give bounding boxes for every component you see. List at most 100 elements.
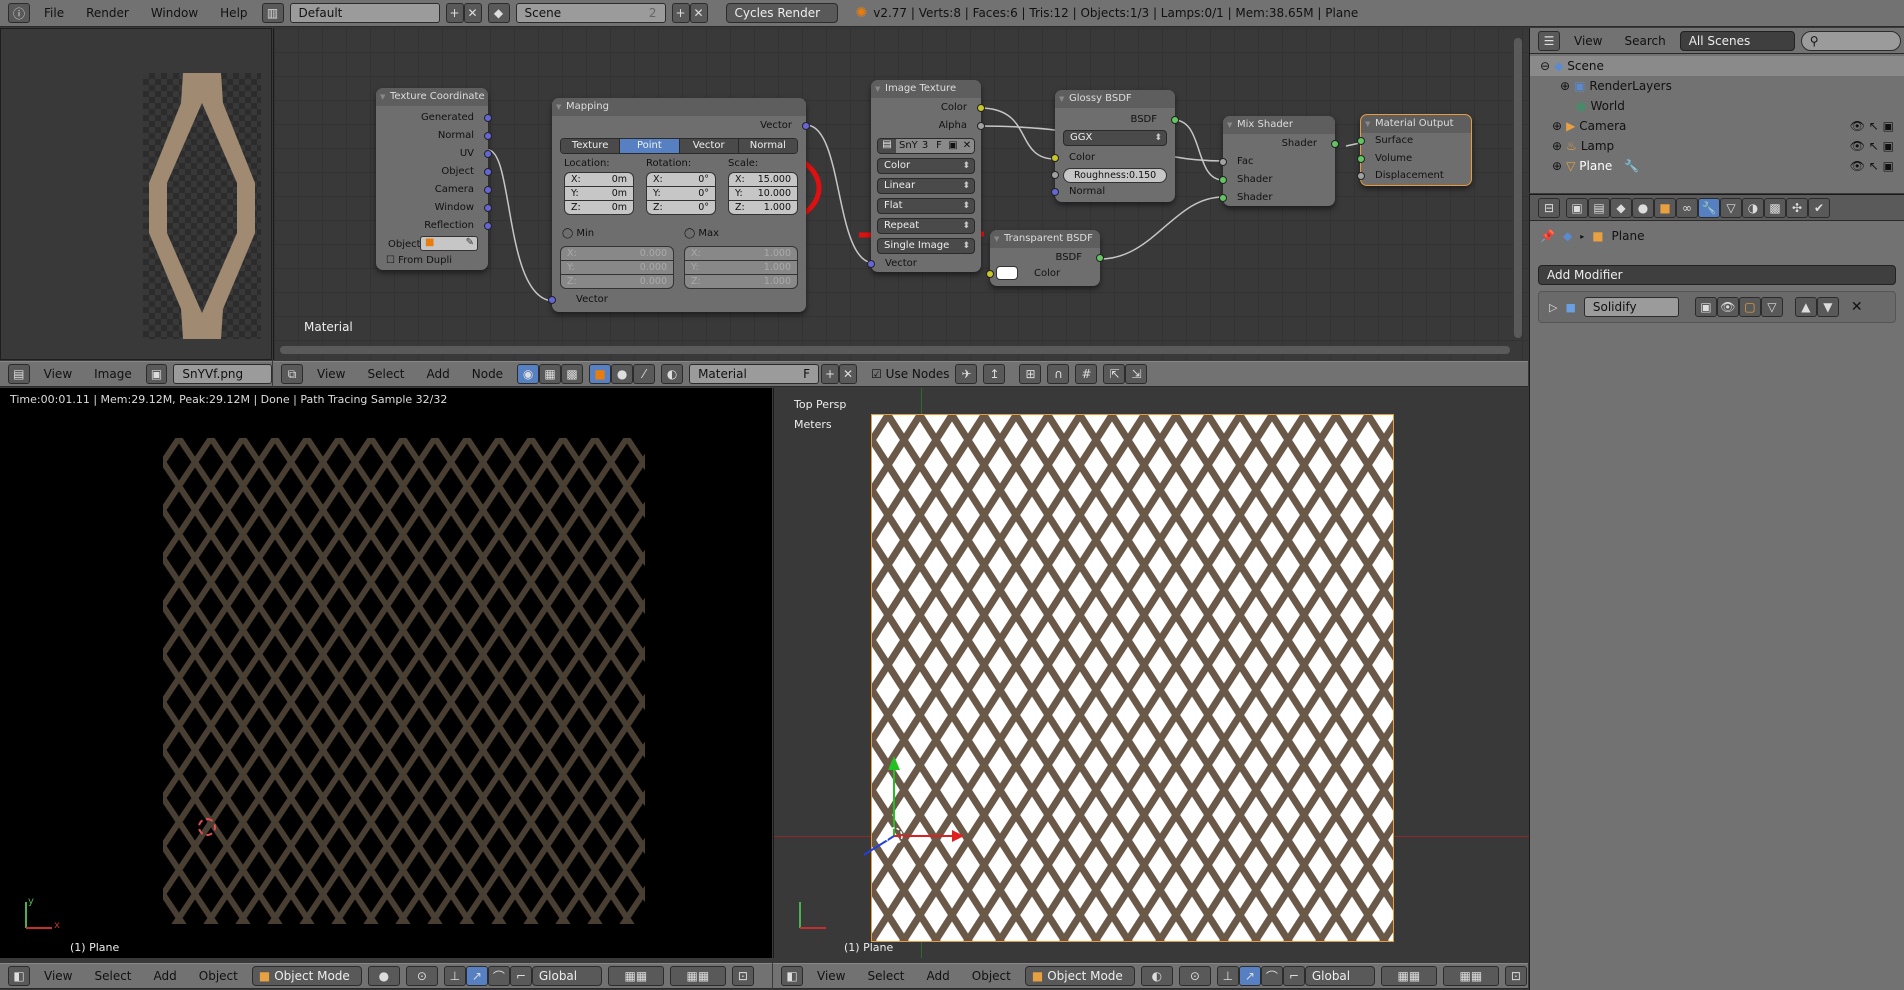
socket-roughness-in[interactable]: [1051, 171, 1059, 179]
move-up-icon[interactable]: ▲: [1794, 297, 1817, 317]
world-shader-icon[interactable]: ●: [611, 364, 634, 384]
max-y-field[interactable]: Y: 1.000: [684, 260, 798, 275]
image-editor-type-icon[interactable]: ▤: [8, 364, 30, 384]
menu-select[interactable]: Select: [359, 367, 412, 381]
menu-node[interactable]: Node: [464, 367, 511, 381]
manipulator-toggle-icon[interactable]: ⊥: [443, 966, 466, 986]
object-shader-icon[interactable]: ■: [589, 364, 612, 384]
add-material-button[interactable]: +: [821, 364, 840, 384]
mode-select[interactable]: ■ Object Mode: [251, 966, 362, 986]
shader-nodes-icon[interactable]: ◉: [517, 364, 540, 384]
menu-select[interactable]: Select: [859, 969, 912, 983]
snap-element-icon[interactable]: #: [1075, 364, 1098, 384]
max-checkbox[interactable]: ◯ Max: [684, 228, 719, 239]
add-scene-button[interactable]: +: [671, 3, 690, 23]
socket-reflection[interactable]: [484, 222, 492, 230]
socket-window[interactable]: [484, 204, 492, 212]
node-image-texture[interactable]: Image Texture Color Alpha ▤ SnY 3 F ▣ ✕ …: [867, 80, 985, 272]
menu-object[interactable]: Object: [964, 969, 1019, 983]
render-engine-select[interactable]: Cycles Render: [725, 3, 838, 23]
image-name[interactable]: SnY: [896, 139, 918, 153]
pin-icon[interactable]: ✈: [955, 364, 978, 384]
layout-field[interactable]: Default: [289, 3, 440, 23]
vertical-scrollbar[interactable]: [1514, 38, 1522, 338]
viewport-toggle-icon[interactable]: 👁: [1716, 297, 1739, 317]
projection-select[interactable]: Flat: [877, 198, 975, 214]
scene-field[interactable]: Scene 2: [515, 3, 666, 23]
min-y-field[interactable]: Y: 0.000: [560, 260, 674, 275]
move-down-icon[interactable]: ▼: [1816, 297, 1839, 317]
source-select[interactable]: Single Image: [877, 238, 975, 254]
outliner-item-camera[interactable]: ⊕ ▶ Camera 👁 ↖ ▣: [1530, 116, 1904, 136]
menu-view[interactable]: View: [36, 969, 80, 983]
location-z-field[interactable]: Z: 0m: [564, 200, 634, 215]
node-mapping[interactable]: Mapping Vector Texture Point Vector Norm…: [548, 98, 810, 312]
outliner-editor-type-icon[interactable]: ☰: [1538, 30, 1560, 51]
visibility-toggles[interactable]: 👁 ↖ ▣: [1850, 139, 1894, 153]
tab-texture-icon[interactable]: ▩: [1764, 197, 1786, 218]
outliner-search-input[interactable]: ⚲: [1800, 30, 1901, 51]
layers-grid-2[interactable]: ▦▦: [669, 966, 726, 986]
transform-manipulator[interactable]: [864, 748, 984, 858]
socket-displacement-in[interactable]: [1357, 172, 1365, 180]
view3d-editor-type-icon[interactable]: ◧: [8, 966, 30, 986]
menu-view[interactable]: View: [809, 969, 853, 983]
location-y-field[interactable]: Y: 0m: [564, 186, 634, 201]
outliner-item-scene[interactable]: ⊖ ◆ Scene: [1530, 56, 1904, 76]
snap-magnet-icon[interactable]: ∩: [1047, 364, 1070, 384]
translate-manipulator-icon[interactable]: ↗: [1238, 966, 1261, 986]
socket-camera[interactable]: [484, 186, 492, 194]
orientation-select[interactable]: Global: [1304, 966, 1375, 986]
socket-color-in[interactable]: [986, 270, 994, 278]
socket-vector-in[interactable]: [867, 260, 875, 268]
outliner-item-lamp[interactable]: ⊕ ♨ Lamp 👁 ↖ ▣: [1530, 136, 1904, 156]
fake-user-toggle[interactable]: F: [803, 367, 810, 381]
fake-user-button[interactable]: F: [932, 139, 946, 153]
orientation-select[interactable]: Global: [531, 966, 602, 986]
tab-world-icon[interactable]: ●: [1632, 197, 1654, 218]
menu-add[interactable]: Add: [419, 367, 458, 381]
tab-particles-icon[interactable]: ✣: [1786, 197, 1808, 218]
texture-nodes-icon[interactable]: ▩: [561, 364, 584, 384]
node-mix-shader[interactable]: Mix Shader Shader Fac Shader Shader: [1219, 116, 1339, 206]
menu-view[interactable]: View: [36, 367, 80, 381]
visibility-toggles[interactable]: 👁 ↖ ▣: [1850, 159, 1894, 173]
layers-grid-1[interactable]: ▦▦: [607, 966, 664, 986]
color-swatch[interactable]: [996, 266, 1018, 280]
open-image-icon[interactable]: ▣: [946, 139, 960, 153]
remove-layout-button[interactable]: ✕: [463, 3, 482, 23]
view3d-editor-type-icon[interactable]: ◧: [781, 966, 803, 986]
layers-grid-2[interactable]: ▦▦: [1442, 966, 1499, 986]
tab-material-icon[interactable]: ◑: [1742, 197, 1764, 218]
pin-icon[interactable]: 📌: [1540, 229, 1555, 243]
3d-viewport[interactable]: Top Persp Meters (1) Plane: [773, 388, 1529, 958]
pivot-point-icon[interactable]: ⊙: [1178, 966, 1211, 986]
unlink-image-icon[interactable]: ✕: [960, 139, 974, 153]
tab-data-icon[interactable]: ▽: [1720, 197, 1742, 218]
screen-layout-icon[interactable]: ▥: [261, 3, 284, 23]
socket-generated[interactable]: [484, 114, 492, 122]
node-transparent-bsdf[interactable]: Transparent BSDF BSDF Color: [986, 230, 1104, 286]
rotation-z-field[interactable]: Z: 0°: [646, 200, 716, 215]
tab-object-icon[interactable]: ■: [1654, 197, 1676, 218]
pivot-point-icon[interactable]: ⊙: [405, 966, 438, 986]
display-mode-select[interactable]: All Scenes: [1679, 30, 1795, 51]
paste-nodes-icon[interactable]: ⇲: [1125, 364, 1148, 384]
tab-render-layers-icon[interactable]: ▤: [1588, 197, 1610, 218]
min-x-field[interactable]: X: 0.000: [560, 246, 674, 261]
menu-file[interactable]: File: [36, 6, 72, 20]
node-glossy-bsdf[interactable]: Glossy BSDF BSDF GGX Color Roughness:0.1…: [1051, 90, 1179, 202]
tab-physics-icon[interactable]: ✔: [1808, 197, 1830, 218]
copy-nodes-icon[interactable]: ⇱: [1103, 364, 1126, 384]
distribution-select[interactable]: GGX: [1063, 130, 1167, 146]
menu-image[interactable]: Image: [86, 367, 140, 381]
menu-window[interactable]: Window: [143, 6, 206, 20]
lock-layers-icon[interactable]: ⊡: [731, 966, 754, 986]
menu-view[interactable]: View: [1566, 34, 1610, 48]
roughness-slider[interactable]: Roughness: 0.150: [1063, 168, 1167, 183]
info-editor-type-icon[interactable]: ⓘ: [8, 3, 30, 23]
min-z-field[interactable]: Z: 0.000: [560, 274, 674, 289]
menu-add[interactable]: Add: [146, 969, 185, 983]
cage-toggle-icon[interactable]: ▽: [1760, 297, 1783, 317]
translate-manipulator-icon[interactable]: ↗: [465, 966, 488, 986]
